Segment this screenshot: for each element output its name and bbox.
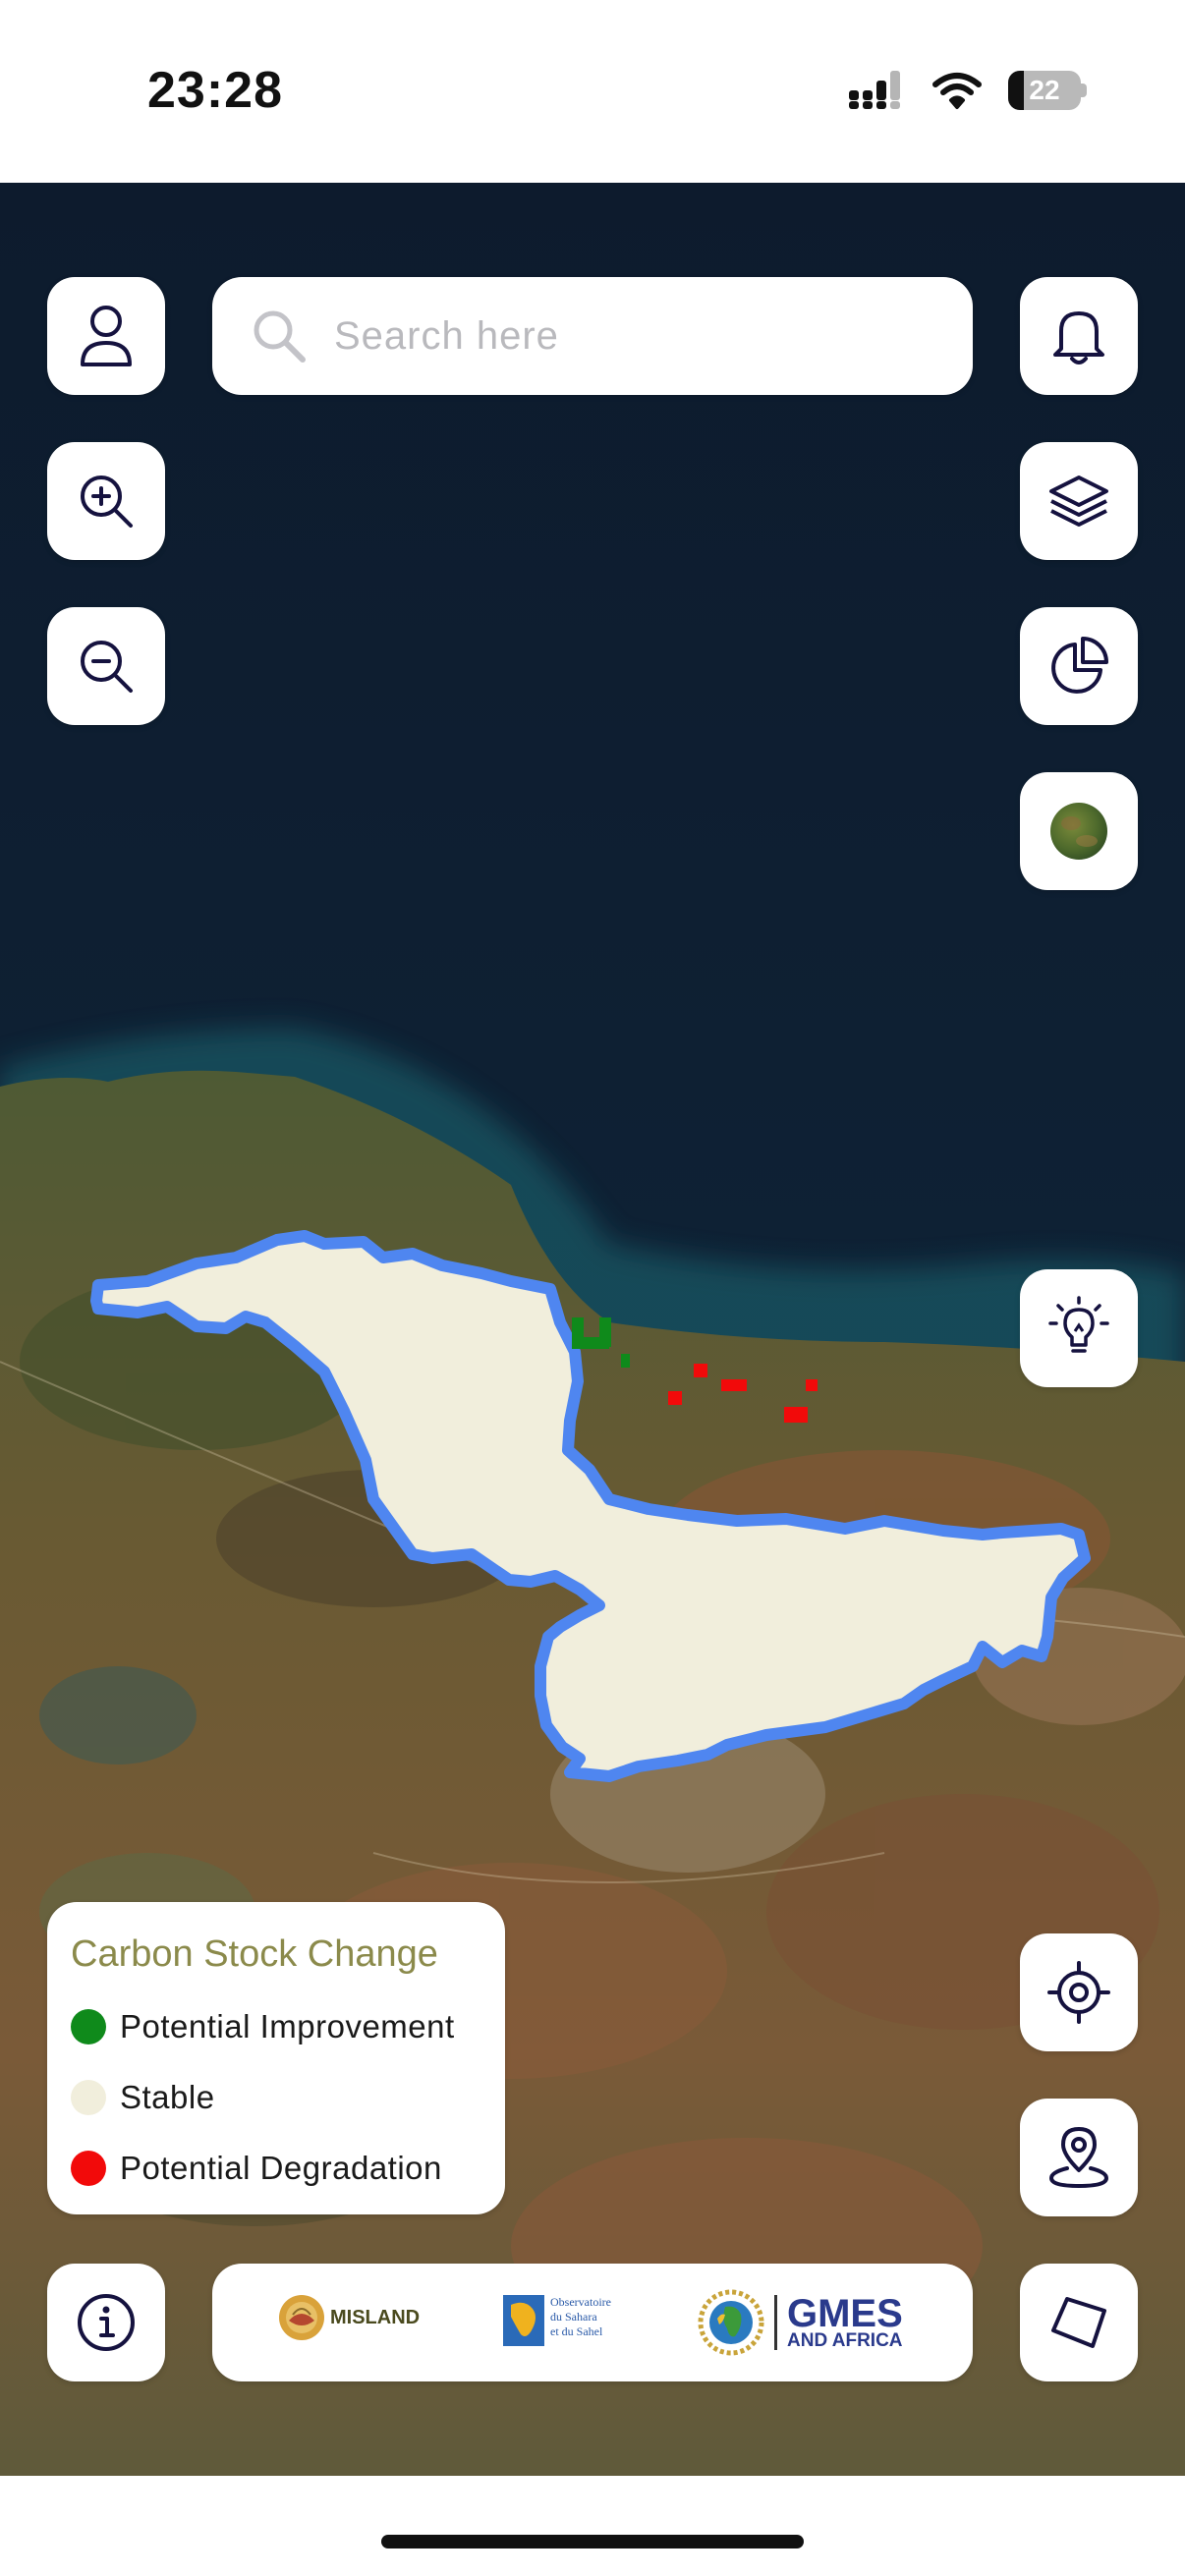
pie-chart-icon <box>1051 637 1108 694</box>
legend-item: Potential Degradation <box>71 2150 442 2187</box>
user-icon <box>81 306 132 366</box>
legend-title: Carbon Stock Change <box>71 1933 438 1975</box>
insights-button[interactable] <box>1020 1269 1138 1387</box>
cellular-signal-icon <box>849 71 900 109</box>
layers-icon <box>1049 476 1108 527</box>
lightbulb-icon <box>1048 1296 1109 1353</box>
misland-emblem-icon <box>279 2295 324 2340</box>
zoom-out-icon <box>81 641 133 693</box>
oss-logo-line: et du Sahel <box>550 2324 603 2338</box>
battery-icon: 22 <box>1008 71 1087 110</box>
legend-label: Potential Improvement <box>120 2008 455 2044</box>
misland-logo: MISLAND <box>277 2293 420 2342</box>
gmes-separator <box>774 2295 777 2350</box>
oss-emblem-icon <box>503 2295 544 2346</box>
legend-item: Potential Improvement <box>71 2008 455 2045</box>
legend-panel: Carbon Stock Change Potential Improvemen… <box>47 1902 505 2214</box>
gmes-globe-icon <box>698 2289 764 2356</box>
gmes-logo-sub: AND AFRICA <box>787 2330 903 2351</box>
draw-area-button[interactable] <box>1020 2264 1138 2381</box>
search-bar[interactable]: Search here <box>212 277 973 395</box>
satellite-basemap-icon <box>1050 803 1107 860</box>
oss-logo-line: Observatoire <box>550 2295 611 2309</box>
crosshair-icon <box>1047 1961 1110 2024</box>
basemap-button[interactable] <box>1020 772 1138 890</box>
legend-item: Stable <box>71 2079 215 2116</box>
wifi-icon <box>932 73 982 109</box>
statistics-button[interactable] <box>1020 607 1138 725</box>
legend-swatch-degradation <box>71 2151 106 2186</box>
gmes-africa-logo: GMES AND AFRICA <box>698 2289 903 2356</box>
legend-swatch-improvement <box>71 2009 106 2044</box>
oss-logo: Observatoire du Sahara et du Sahel <box>503 2295 611 2346</box>
status-time: 23:28 <box>147 62 283 119</box>
gmes-logo-main: GMES <box>787 2292 903 2335</box>
legend-swatch-stable <box>71 2080 106 2115</box>
polygon-draw-icon <box>1051 2297 1106 2348</box>
notifications-button[interactable] <box>1020 277 1138 395</box>
info-icon <box>78 2294 135 2351</box>
status-bar: 23:28 22 <box>0 0 1185 183</box>
pin-location-button[interactable] <box>1020 2099 1138 2216</box>
user-profile-button[interactable] <box>47 277 165 395</box>
zoom-out-button[interactable] <box>47 607 165 725</box>
partner-logos-bar: MISLAND Observatoire du Sahara et du Sah… <box>212 2264 973 2381</box>
zoom-in-button[interactable] <box>47 442 165 560</box>
search-icon <box>254 310 306 363</box>
battery-level: 22 <box>1029 75 1060 105</box>
oss-logo-line: du Sahara <box>550 2310 597 2324</box>
misland-logo-text: MISLAND <box>330 2306 421 2328</box>
home-indicator[interactable] <box>381 2535 804 2548</box>
search-input[interactable]: Search here <box>334 314 559 359</box>
info-button[interactable] <box>47 2264 165 2381</box>
locate-me-button[interactable] <box>1020 1933 1138 2051</box>
bell-icon <box>1053 311 1104 364</box>
map-pin-icon <box>1048 2127 1109 2189</box>
status-icons: 22 <box>847 71 1087 110</box>
legend-label: Stable <box>120 2079 215 2115</box>
layers-button[interactable] <box>1020 442 1138 560</box>
legend-label: Potential Degradation <box>120 2150 442 2186</box>
zoom-in-icon <box>81 476 133 528</box>
home-bar-area <box>0 2476 1185 2576</box>
